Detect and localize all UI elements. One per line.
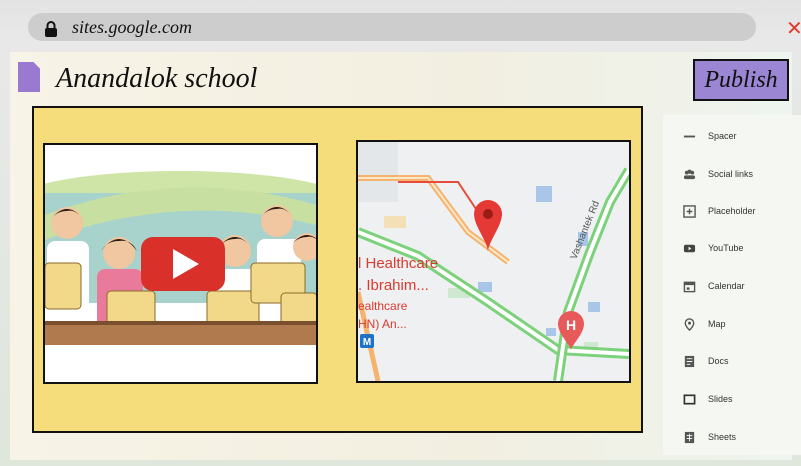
insert-item-label: Slides [708,394,733,404]
youtube-embed[interactable] [43,143,318,384]
place-label-line-1: l Healthcare [358,255,438,272]
insert-item-label: Calendar [708,281,745,291]
calendar-icon [682,279,696,293]
close-icon[interactable]: ✕ [786,16,801,40]
url-text[interactable]: sites.google.com [72,17,192,38]
metro-marker-letter: M [363,337,371,348]
insert-item-label: Docs [708,356,729,366]
spacer-icon [682,129,696,143]
youtube-icon [682,241,696,255]
sheets-icon [682,430,696,444]
insert-placeholder[interactable]: Placeholder [682,201,756,221]
hospital-marker-letter: H [566,317,576,333]
social-links-icon [682,167,696,181]
site-title[interactable]: Anandalok school [56,63,257,95]
map-view: Vashantek Rd l Healthcare . Ibrahim... e… [358,142,629,381]
slides-icon [682,392,696,406]
insert-item-label: Social links [708,169,754,179]
map-embed[interactable]: Vashantek Rd l Healthcare . Ibrahim... e… [356,140,631,383]
insert-youtube[interactable]: YouTube [682,238,743,258]
insert-sheets[interactable]: Sheets [682,427,736,447]
site-doc-icon [18,62,40,92]
insert-slides[interactable]: Slides [682,389,733,409]
place-label-line-2: . Ibrahim... [358,277,429,294]
map-icon [682,317,696,331]
insert-item-label: YouTube [708,243,744,253]
insert-item-label: Spacer [708,131,737,141]
insert-spacer[interactable]: Spacer [682,126,737,146]
lock-icon [45,21,57,37]
insert-social-links[interactable]: Social links [682,164,753,184]
publish-button[interactable]: Publish [693,59,789,101]
place-label-line-4: HN) An... [358,317,407,331]
placeholder-icon [682,204,696,218]
insert-item-label: Placeholder [708,206,756,216]
insert-item-label: Map [708,319,726,329]
video-thumbnail [45,145,316,382]
place-label-line-3: ealthcare [358,299,408,313]
insert-map[interactable]: Map [682,314,726,334]
docs-icon [682,354,696,368]
insert-item-label: Sheets [708,432,737,442]
insert-calendar[interactable]: Calendar [682,276,745,296]
insert-docs[interactable]: Docs [682,351,729,371]
